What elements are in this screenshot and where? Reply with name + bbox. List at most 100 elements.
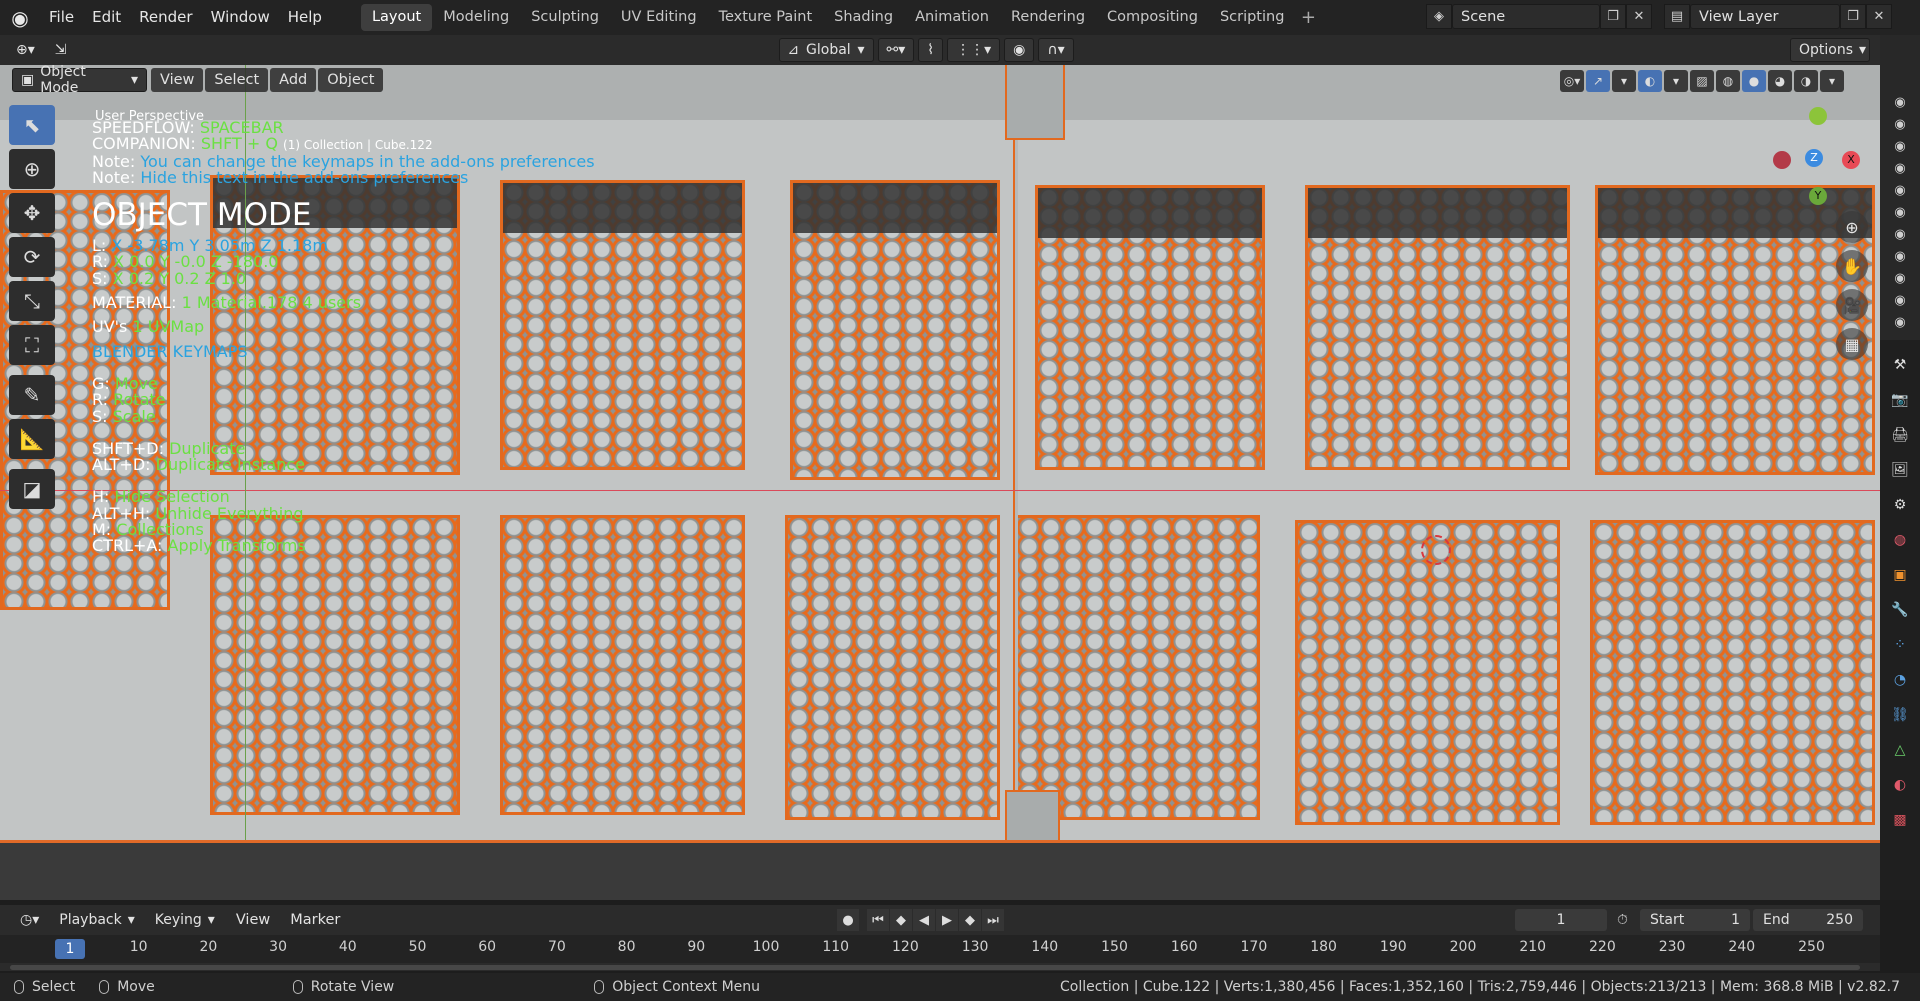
eye-icon[interactable]: ◉ [1894, 183, 1905, 198]
eye-icon[interactable]: ◉ [1894, 95, 1905, 110]
rendered-shading-icon[interactable]: ◑ [1794, 70, 1818, 92]
menu-edit[interactable]: Edit [83, 0, 130, 35]
overlays-toggle-icon[interactable]: ◐ [1638, 70, 1662, 92]
ortho-grid-icon[interactable]: ▦ [1836, 328, 1868, 360]
xray-toggle-icon[interactable]: ▨ [1690, 70, 1714, 92]
constraints-props-icon[interactable]: ⛓ [1889, 704, 1911, 726]
cursor-tool-icon[interactable]: ⊕ [9, 149, 55, 189]
overlays-dropdown-icon[interactable]: ▾ [1664, 70, 1688, 92]
menu-help[interactable]: Help [279, 0, 331, 35]
pivot-point-icon[interactable]: ⚯▾ [877, 38, 915, 62]
add-workspace-icon[interactable]: + [1295, 7, 1321, 28]
material-shading-icon[interactable]: ◕ [1768, 70, 1792, 92]
annotate-tool-icon[interactable]: ✎ [9, 375, 55, 415]
camera-view-icon[interactable]: 🎥 [1836, 289, 1868, 321]
playhead[interactable]: 1 [55, 939, 85, 959]
modifier-props-icon[interactable]: 🔧 [1889, 599, 1911, 621]
view-layer-browse-icon[interactable]: ▤ [1664, 4, 1690, 29]
transform-pivot-icon[interactable]: ⇲ [47, 38, 75, 62]
scale-tool-icon[interactable]: ⤡ [9, 281, 55, 321]
solid-shading-icon[interactable]: ● [1742, 70, 1766, 92]
transform-orientation-dropdown[interactable]: ⊿ Global ▾ [778, 38, 874, 62]
tab-sculpting[interactable]: Sculpting [520, 4, 610, 31]
eye-icon[interactable]: ◉ [1894, 227, 1905, 242]
playback-menu[interactable]: Playback ▾ [51, 908, 143, 932]
start-frame-field[interactable]: Start 1 [1640, 909, 1750, 931]
eye-icon[interactable]: ◉ [1894, 161, 1905, 176]
tab-layout[interactable]: Layout [360, 4, 433, 31]
data-props-icon[interactable]: △ [1889, 739, 1911, 761]
measure-tool-icon[interactable]: 📐 [9, 419, 55, 459]
proportional-edit-icon[interactable]: ◉ [1004, 38, 1035, 62]
eye-icon[interactable]: ◉ [1894, 139, 1905, 154]
tab-texture-paint[interactable]: Texture Paint [708, 4, 824, 31]
prev-keyframe-icon[interactable]: ◆ [890, 909, 912, 931]
new-scene-icon[interactable]: ❐ [1600, 4, 1626, 29]
tab-shading[interactable]: Shading [823, 4, 904, 31]
navigation-gizmo[interactable]: Z X Y [1765, 105, 1875, 215]
select-box-icon[interactable]: ⬉ [9, 105, 55, 145]
physics-props-icon[interactable]: ◔ [1889, 669, 1911, 691]
gizmo-y-axis[interactable]: Y [1809, 187, 1827, 205]
object-props-icon[interactable]: ▣ [1889, 564, 1911, 586]
menu-render[interactable]: Render [130, 0, 201, 35]
proportional-falloff-icon[interactable]: ∩▾ [1038, 38, 1074, 62]
eye-icon[interactable]: ◉ [1894, 249, 1905, 264]
delete-scene-icon[interactable]: ✕ [1626, 4, 1652, 29]
record-icon[interactable]: ● [837, 909, 859, 931]
tab-scripting[interactable]: Scripting [1209, 4, 1295, 31]
keying-menu[interactable]: Keying ▾ [147, 908, 223, 932]
pan-hand-icon[interactable]: ✋ [1836, 250, 1868, 282]
rotate-tool-icon[interactable]: ⟳ [9, 237, 55, 277]
tab-rendering[interactable]: Rendering [1000, 4, 1096, 31]
timeline-scrollbar[interactable] [0, 963, 1880, 971]
scene-name-field[interactable]: Scene [1452, 4, 1600, 29]
eye-icon[interactable]: ◉ [1894, 293, 1905, 308]
play-reverse-icon[interactable]: ◀ [913, 909, 935, 931]
gizmo-z-neg[interactable] [1809, 107, 1827, 125]
options-dropdown[interactable]: Options ▾ [1790, 38, 1870, 62]
view-layer-props-icon[interactable]: 🖼 [1889, 459, 1911, 481]
stopwatch-icon[interactable]: ⏱ [1617, 912, 1628, 928]
gizmo-z-axis[interactable]: Z [1805, 149, 1823, 167]
timeline-ruler[interactable]: 1 10 20 30 40 50 60 70 80 90 100 110 120 130 140 150 16… [0, 935, 1880, 963]
eye-icon[interactable]: ◉ [1894, 271, 1905, 286]
gizmo-dropdown-icon[interactable]: ▾ [1612, 70, 1636, 92]
shading-dropdown-icon[interactable]: ▾ [1820, 70, 1844, 92]
add-cube-tool-icon[interactable]: ◪ [9, 469, 55, 509]
output-props-icon[interactable]: 🖨 [1889, 424, 1911, 446]
next-keyframe-icon[interactable]: ◆ [959, 909, 981, 931]
play-icon[interactable]: ▶ [936, 909, 958, 931]
timeline-view-menu[interactable]: View [227, 908, 279, 932]
marker-menu[interactable]: Marker [281, 908, 349, 932]
jump-start-icon[interactable]: ⏮ [867, 909, 889, 931]
scene-props-icon[interactable]: ⚙ [1889, 494, 1911, 516]
world-props-icon[interactable]: ◍ [1889, 529, 1911, 551]
move-tool-icon[interactable]: ✥ [9, 193, 55, 233]
scene-browse-icon[interactable]: ◈ [1426, 4, 1452, 29]
tab-modeling[interactable]: Modeling [432, 4, 520, 31]
tool-props-icon[interactable]: ⚒ [1889, 354, 1911, 376]
jump-end-icon[interactable]: ⏭ [982, 909, 1004, 931]
end-frame-field[interactable]: End 250 [1753, 909, 1863, 931]
3d-cursor-icon[interactable] [1421, 535, 1451, 565]
editor-type-icon[interactable]: ⊕▾ [8, 38, 43, 62]
particles-props-icon[interactable]: ⁘ [1889, 634, 1911, 656]
eye-icon[interactable]: ◉ [1894, 117, 1905, 132]
tab-animation[interactable]: Animation [904, 4, 1000, 31]
current-frame-field[interactable]: 1 [1515, 909, 1607, 931]
wireframe-shading-icon[interactable]: ◍ [1716, 70, 1740, 92]
timeline-editor-icon[interactable]: ◷▾ [12, 908, 47, 932]
eye-icon[interactable]: ◉ [1894, 315, 1905, 330]
gizmo-toggle-icon[interactable]: ↗ [1586, 70, 1610, 92]
texture-props-icon[interactable]: ▩ [1889, 809, 1911, 831]
tab-uv-editing[interactable]: UV Editing [610, 4, 708, 31]
snap-target-icon[interactable]: ⋮⋮▾ [947, 38, 1001, 62]
eye-icon[interactable]: ◉ [1894, 205, 1905, 220]
transform-tool-icon[interactable]: ⛶ [9, 325, 55, 365]
render-props-icon[interactable]: 📷 [1889, 389, 1911, 411]
zoom-icon[interactable]: ⊕ [1836, 211, 1868, 243]
visibility-icon[interactable]: ◎▾ [1560, 70, 1584, 92]
gizmo-x-axis[interactable]: X [1842, 151, 1860, 169]
gizmo-x-neg[interactable] [1773, 151, 1791, 169]
